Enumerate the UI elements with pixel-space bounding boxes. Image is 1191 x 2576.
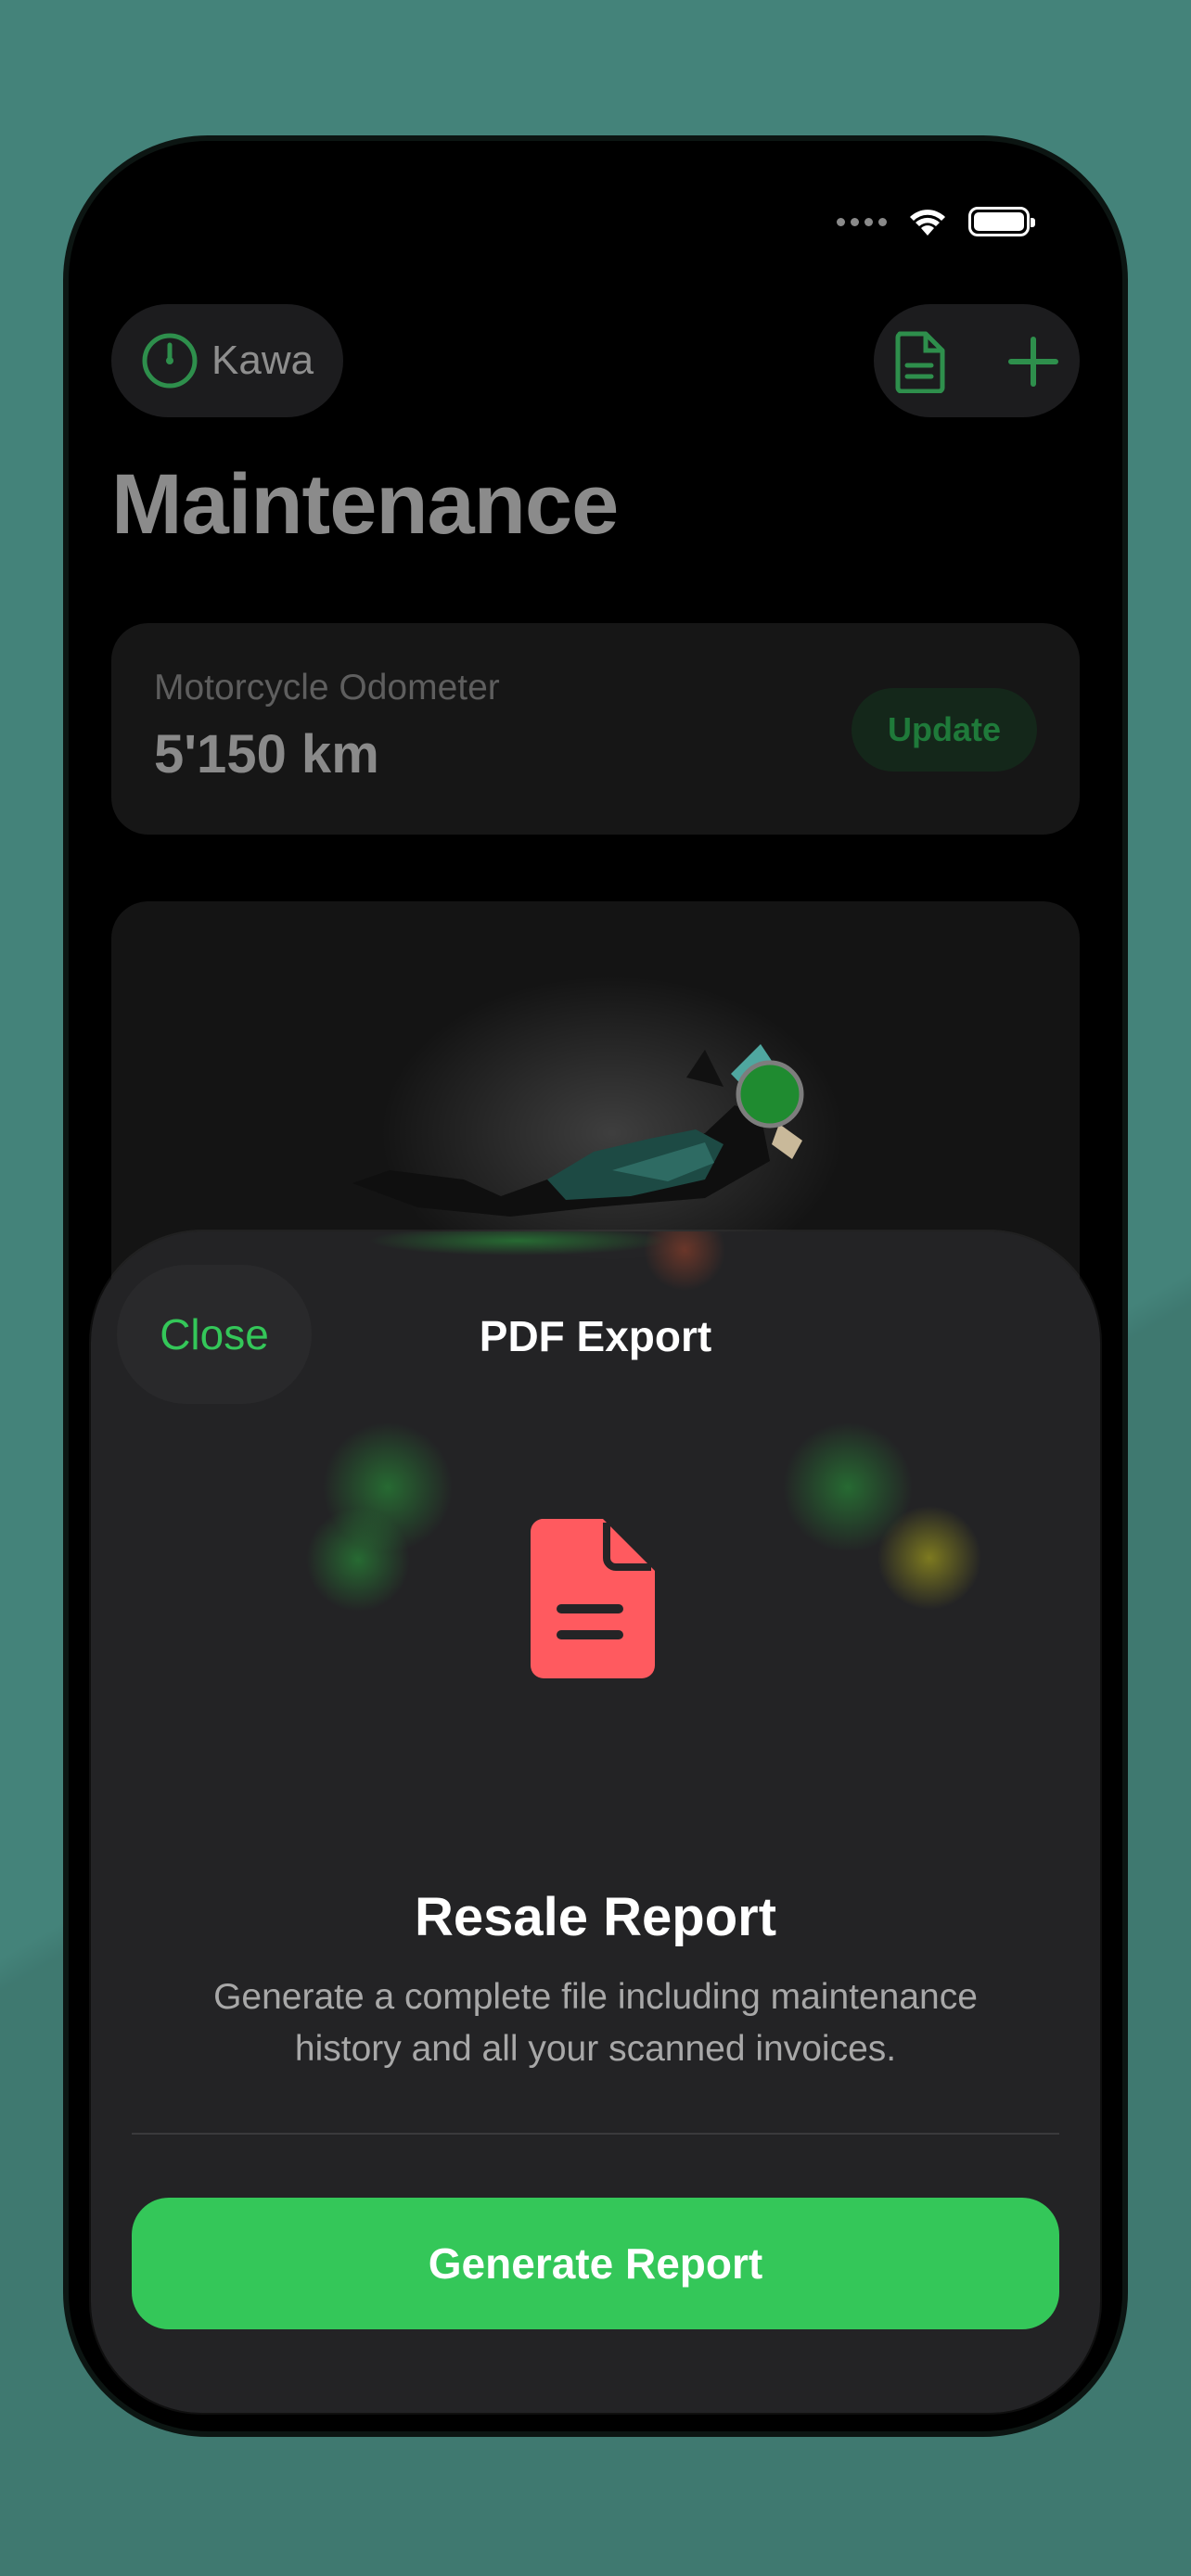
odometer-card: Motorcycle Odometer 5'150 km Update	[111, 623, 1080, 835]
update-odometer-button[interactable]: Update	[852, 688, 1037, 772]
odometer-label: Motorcycle Odometer	[154, 668, 500, 708]
phone-frame: Kawa Maintenance Motorcycle Odometer 5'1…	[69, 141, 1122, 2431]
document-icon[interactable]	[894, 330, 946, 393]
pdf-document-icon	[530, 1519, 655, 1678]
report-title: Resale Report	[414, 1887, 777, 1947]
signal-icon	[837, 217, 887, 226]
speedometer-icon	[142, 333, 198, 389]
generate-report-button[interactable]: Generate Report	[132, 2198, 1059, 2329]
status-bar	[837, 206, 1035, 237]
odometer-value: 5'150 km	[154, 724, 379, 784]
sheet-title: PDF Export	[479, 1312, 712, 1360]
header-actions	[874, 304, 1080, 417]
bike-selector[interactable]: Kawa	[111, 304, 343, 417]
pdf-export-sheet: Close PDF Export Resale Report Generate …	[91, 1231, 1100, 2413]
divider	[132, 2133, 1059, 2135]
report-description: Generate a complete file including maint…	[213, 1977, 978, 2069]
battery-icon	[968, 207, 1035, 236]
page-title: Maintenance	[111, 457, 619, 552]
plus-icon[interactable]	[1007, 336, 1059, 388]
wifi-icon	[910, 210, 945, 236]
bike-name: Kawa	[211, 338, 314, 383]
